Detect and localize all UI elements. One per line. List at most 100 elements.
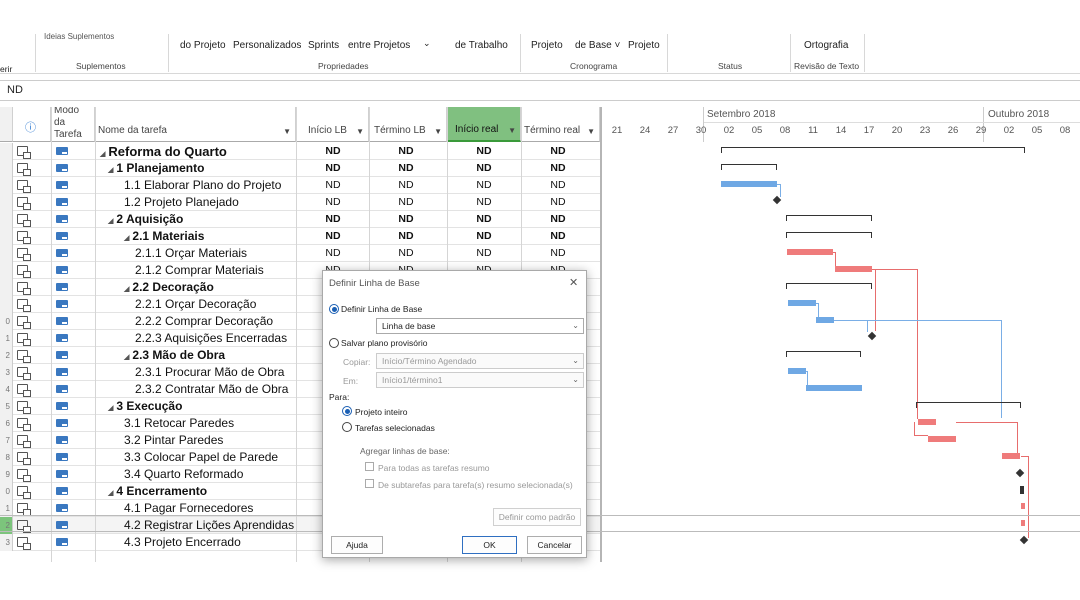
cell-value[interactable]: ND: [296, 179, 370, 191]
help-button[interactable]: Ajuda: [331, 536, 383, 554]
cell-value[interactable]: ND: [296, 230, 370, 242]
task-name[interactable]: ◢ 4 Encerramento: [108, 484, 207, 498]
row-number[interactable]: [0, 296, 13, 313]
entire-project-radio[interactable]: [342, 406, 352, 416]
task-bar[interactable]: [835, 266, 872, 272]
set-baseline-radio[interactable]: [329, 304, 339, 314]
row-number[interactable]: [0, 177, 13, 194]
col-header-finish-lb[interactable]: Término LB ▼: [369, 107, 447, 142]
row-number[interactable]: [0, 262, 13, 279]
ribbon-item-custom-fields[interactable]: Personalizados: [233, 40, 301, 51]
summary-bar[interactable]: [786, 283, 872, 289]
ribbon-item-addins[interactable]: Ideias Suplementos: [44, 32, 114, 41]
row-number[interactable]: 1: [0, 330, 13, 347]
col-header-mode[interactable]: Modo da Tarefa: [51, 107, 95, 142]
row-number[interactable]: [0, 143, 13, 160]
ribbon-item-working-time[interactable]: de Trabalho: [455, 40, 508, 51]
col-header-finish-actual[interactable]: Término real ▼: [521, 107, 600, 142]
save-interim-radio[interactable]: [329, 338, 339, 348]
col-header-task-name[interactable]: Nome da tarefa ▼: [95, 107, 296, 142]
ribbon-item-move-project[interactable]: Projeto: [628, 40, 660, 51]
row-number[interactable]: [0, 245, 13, 262]
cell-value[interactable]: ND: [521, 230, 595, 242]
task-bar[interactable]: [928, 436, 956, 442]
ribbon-item-set-baseline[interactable]: de Base ˅: [575, 40, 620, 51]
summary-bar[interactable]: [786, 215, 872, 221]
row-number[interactable]: [0, 194, 13, 211]
row-number[interactable]: [0, 160, 13, 177]
cell-value[interactable]: ND: [521, 196, 595, 208]
cell-value[interactable]: ND: [447, 213, 521, 225]
task-name[interactable]: 2.2.1 Orçar Decoração: [135, 297, 256, 311]
cell-value[interactable]: ND: [369, 213, 443, 225]
selected-tasks-radio[interactable]: [342, 422, 352, 432]
summary-bar[interactable]: [721, 147, 1025, 153]
task-name[interactable]: 1.2 Projeto Planejado: [124, 195, 239, 209]
cancel-button[interactable]: Cancelar: [527, 536, 582, 554]
task-bar[interactable]: [788, 368, 806, 374]
chevron-down-icon[interactable]: ⌄: [423, 38, 431, 49]
task-name[interactable]: ◢ 2.1 Materiais: [124, 229, 204, 243]
set-default-button[interactable]: Definir como padrão: [493, 508, 581, 526]
row-number[interactable]: 5: [0, 398, 13, 415]
summary-bar[interactable]: [721, 164, 777, 170]
ribbon-item-calculate-project[interactable]: Projeto: [531, 40, 563, 51]
cell-value[interactable]: ND: [369, 179, 443, 191]
ok-button[interactable]: OK: [462, 536, 517, 554]
task-name[interactable]: ◢ 2 Aquisição: [108, 212, 183, 226]
col-header-start-actual[interactable]: Início real ▼: [447, 107, 521, 142]
cell-value[interactable]: ND: [521, 179, 595, 191]
milestone-marker[interactable]: [772, 195, 782, 205]
col-header-info[interactable]: ⓘ: [13, 107, 51, 142]
cell-value[interactable]: ND: [447, 145, 521, 157]
ribbon-item-spelling[interactable]: Ortografia: [804, 40, 848, 51]
cell-value[interactable]: ND: [447, 230, 521, 242]
ribbon-item-cut[interactable]: erir: [0, 64, 12, 74]
all-summary-checkbox[interactable]: [365, 462, 374, 471]
table-row[interactable]: ◢ 2.1 Materiais ND ND ND ND: [0, 228, 600, 245]
task-name[interactable]: 1.1 Elaborar Plano do Projeto: [124, 178, 281, 192]
cell-value[interactable]: ND: [521, 162, 595, 174]
summary-bar[interactable]: [916, 402, 1021, 408]
task-bar[interactable]: [721, 181, 777, 187]
cell-value[interactable]: ND: [369, 162, 443, 174]
row-number[interactable]: 9: [0, 466, 13, 483]
task-name[interactable]: ◢ Reforma do Quarto: [100, 144, 227, 159]
cell-value[interactable]: ND: [521, 145, 595, 157]
cell-value[interactable]: ND: [521, 213, 595, 225]
table-row[interactable]: ◢ 2 Aquisição ND ND ND ND: [0, 211, 600, 228]
task-name[interactable]: 2.1.2 Comprar Materiais: [135, 263, 264, 277]
task-name[interactable]: 2.2.3 Aquisições Encerradas: [135, 331, 287, 345]
row-header-corner[interactable]: [0, 107, 13, 142]
table-row[interactable]: ◢ Reforma do Quarto ND ND ND ND: [0, 143, 600, 160]
ribbon-item-sprints[interactable]: Sprints: [308, 40, 339, 51]
task-name[interactable]: 3.4 Quarto Reformado: [124, 467, 243, 481]
task-name[interactable]: 2.3.2 Contratar Mão de Obra: [135, 382, 288, 396]
baseline-select[interactable]: Linha de base ⌄: [376, 318, 584, 334]
row-number[interactable]: 7: [0, 432, 13, 449]
cell-value[interactable]: ND: [369, 145, 443, 157]
task-bar[interactable]: [787, 249, 833, 255]
task-name[interactable]: ◢ 2.2 Decoração: [124, 280, 214, 294]
task-bar[interactable]: [788, 300, 816, 306]
ribbon-item-project-info[interactable]: do Projeto: [180, 40, 226, 51]
col-header-start-lb[interactable]: Início LB ▼: [296, 107, 369, 142]
row-number[interactable]: 3: [0, 534, 13, 551]
row-number[interactable]: 6: [0, 415, 13, 432]
cell-value[interactable]: ND: [296, 196, 370, 208]
cell-value[interactable]: ND: [369, 196, 443, 208]
row-number[interactable]: 0: [0, 483, 13, 500]
row-number[interactable]: 0: [0, 313, 13, 330]
table-row[interactable]: ◢ 1 Planejamento ND ND ND ND: [0, 160, 600, 177]
task-name[interactable]: 4.1 Pagar Fornecedores: [124, 501, 253, 515]
task-bar[interactable]: [816, 317, 834, 323]
task-name[interactable]: 2.3.1 Procurar Mão de Obra: [135, 365, 284, 379]
from-subtasks-checkbox[interactable]: [365, 479, 374, 488]
row-number[interactable]: 2: [0, 347, 13, 364]
task-name[interactable]: 4.2 Registrar Lições Aprendidas: [124, 518, 294, 532]
row-number[interactable]: [0, 228, 13, 245]
cell-value[interactable]: ND: [369, 247, 443, 259]
cell-value[interactable]: ND: [447, 179, 521, 191]
row-number[interactable]: 8: [0, 449, 13, 466]
entry-bar[interactable]: ND: [0, 80, 1080, 101]
